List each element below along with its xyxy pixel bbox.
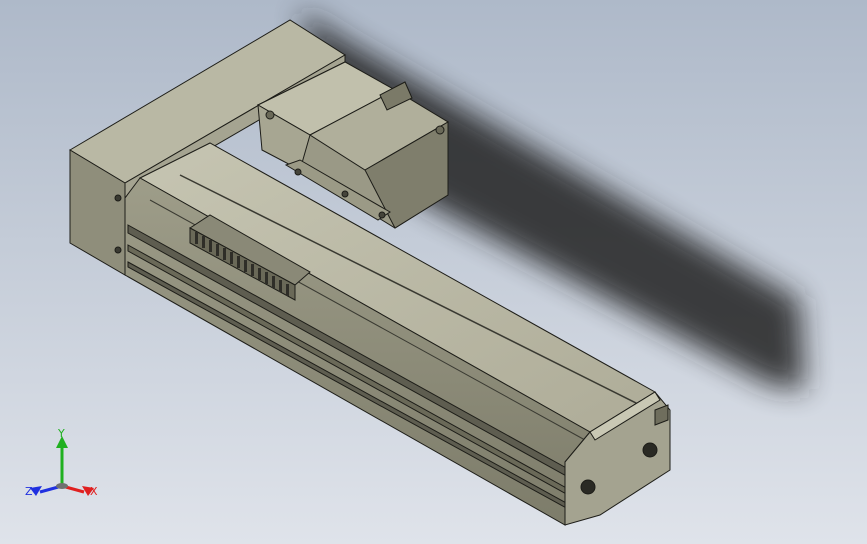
motor-bolt	[435, 125, 445, 135]
bracket-bolt	[341, 190, 349, 198]
bracket-bolt	[378, 211, 386, 219]
triad-origin	[56, 483, 68, 489]
end-cap-mounting-hole	[642, 442, 658, 458]
model-scene[interactable]	[0, 0, 867, 544]
triad-z-label: Z	[25, 485, 33, 498]
housing-screw-hole	[114, 194, 122, 202]
coordinate-triad[interactable]: Y X Z	[22, 428, 112, 508]
bracket-bolt	[294, 168, 302, 176]
triad-y-label: Y	[57, 428, 65, 440]
cad-viewport[interactable]: Y X Z	[0, 0, 867, 544]
triad-x-label: X	[90, 485, 98, 498]
end-cap-mounting-hole	[580, 479, 596, 495]
housing-screw-hole	[114, 246, 122, 254]
motor-bolt	[265, 110, 275, 120]
